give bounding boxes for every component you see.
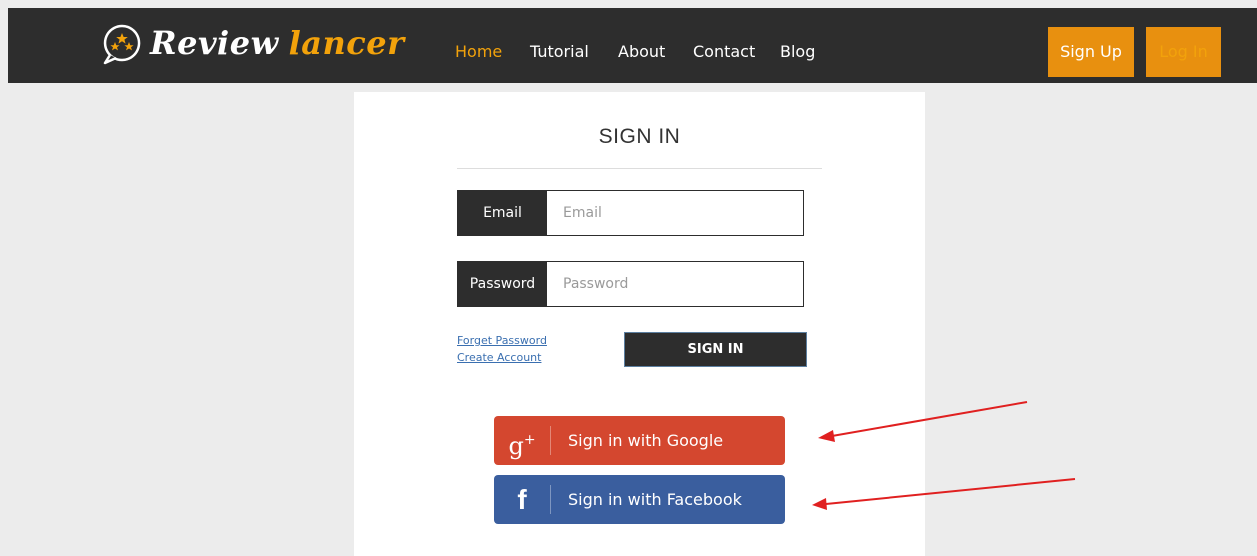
- create-account-link[interactable]: Create Account: [457, 351, 541, 364]
- facebook-icon: f: [517, 484, 527, 515]
- nav-blog[interactable]: Blog: [780, 42, 815, 61]
- title-divider: [457, 168, 822, 169]
- nav-contact[interactable]: Contact: [693, 42, 755, 61]
- password-input[interactable]: [547, 262, 803, 306]
- page-title: SIGN IN: [598, 125, 681, 148]
- signin-button[interactable]: SIGN IN: [624, 332, 807, 367]
- forget-password-link[interactable]: Forget Password: [457, 334, 547, 347]
- navbar: Review lancer Home Tutorial About Contact…: [8, 8, 1257, 83]
- signin-panel: SIGN IN Email Password Forget Password C…: [354, 92, 925, 556]
- nav-tutorial[interactable]: Tutorial: [530, 42, 589, 61]
- google-signin-label: Sign in with Google: [568, 431, 724, 450]
- google-signin-button[interactable]: g+ Sign in with Google: [494, 416, 785, 465]
- google-plus-icon: g+: [494, 416, 550, 465]
- brand-name-word1: Review: [150, 24, 279, 62]
- google-plus-icon-g: g: [508, 432, 524, 460]
- google-plus-icon-plus: +: [523, 432, 536, 448]
- google-button-divider: [550, 426, 551, 455]
- nav-about[interactable]: About: [618, 42, 665, 61]
- brand-name: Review lancer: [150, 24, 404, 62]
- facebook-signin-button[interactable]: f Sign in with Facebook: [494, 475, 785, 524]
- email-field: Email: [457, 190, 804, 236]
- chat-bubble-stars-icon: [103, 24, 141, 65]
- facebook-signin-label: Sign in with Facebook: [568, 490, 742, 509]
- facebook-button-divider: [550, 485, 551, 514]
- password-label: Password: [458, 262, 547, 306]
- signup-button[interactable]: Sign Up: [1048, 27, 1134, 77]
- password-field: Password: [457, 261, 804, 307]
- login-button[interactable]: Log In: [1146, 27, 1221, 77]
- email-label: Email: [458, 191, 547, 235]
- brand-name-word2: lancer: [288, 24, 405, 62]
- email-input[interactable]: [547, 191, 803, 235]
- nav-home[interactable]: Home: [455, 42, 502, 61]
